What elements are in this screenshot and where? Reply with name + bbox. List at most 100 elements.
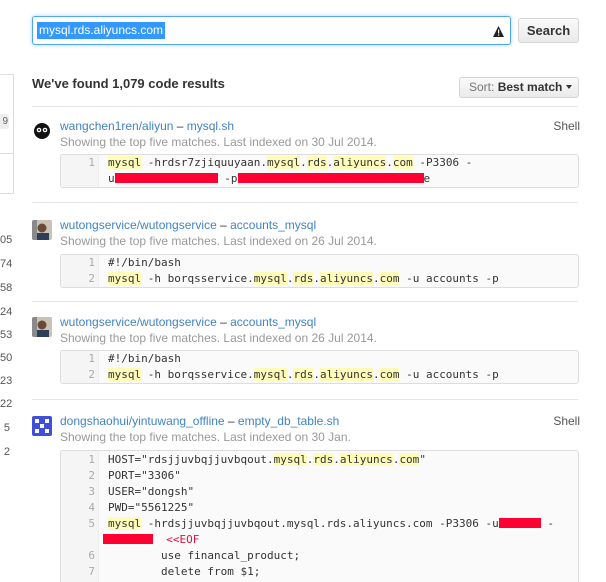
code-segment: HOST="rdsjjuvbqjjuvbqout. bbox=[108, 453, 274, 466]
code-match: mysql bbox=[273, 453, 307, 466]
repo-link[interactable]: dongshaohui/yintuwang_offline bbox=[60, 414, 225, 428]
redaction-mark bbox=[103, 534, 153, 544]
code-match: rds bbox=[293, 272, 314, 285]
code-segment: u bbox=[108, 172, 115, 185]
code-match: aliyuncs bbox=[339, 453, 393, 466]
code-line: 2 mysql -h borqsservice.mysql.rds.aliyun… bbox=[61, 271, 578, 287]
code-text: u -p e bbox=[108, 171, 430, 187]
search-input[interactable]: mysql.rds.aliyuncs.com bbox=[37, 22, 166, 39]
code-segment: . bbox=[372, 272, 380, 285]
sidebar-divider bbox=[0, 153, 14, 154]
code-segment: -u accounts -p bbox=[399, 368, 499, 381]
code-segment: -h borqsservice. bbox=[141, 368, 254, 381]
avatar bbox=[32, 317, 52, 337]
file-link[interactable]: empty_db_table.sh bbox=[238, 414, 339, 428]
sidebar-count: 50 bbox=[0, 352, 13, 364]
result-meta: Showing the top five matches. Last index… bbox=[60, 430, 351, 444]
divider bbox=[32, 202, 578, 203]
code-match: com bbox=[379, 368, 400, 381]
line-number: 6 bbox=[88, 549, 95, 562]
code-segment: - bbox=[540, 517, 554, 530]
code-result: wutongservice/wutongservice – accounts_m… bbox=[32, 315, 580, 387]
code-segment: -hrdsjjuvbqjjuvbqout.mysql.rds.aliyuncs.… bbox=[141, 517, 499, 530]
code-match: aliyuncs bbox=[319, 368, 373, 381]
code-segment: -u accounts -p bbox=[399, 272, 499, 285]
repo-link[interactable]: wutongservice/wutongservice bbox=[60, 315, 217, 329]
code-line: 6 use financal_product; bbox=[61, 548, 578, 564]
code-segment: " bbox=[419, 453, 426, 466]
result-meta: Showing the top five matches. Last index… bbox=[60, 135, 377, 149]
code-match: mysql bbox=[108, 368, 142, 381]
avatar bbox=[32, 220, 52, 240]
code-segment: . bbox=[300, 156, 307, 169]
file-link[interactable]: accounts_mysql bbox=[230, 218, 316, 232]
language-label: Shell bbox=[553, 414, 580, 428]
line-number: 5 bbox=[88, 517, 95, 530]
code-text: PWD="5561225" bbox=[108, 501, 195, 514]
title-separator: – bbox=[216, 315, 231, 329]
code-match: aliyuncs bbox=[333, 156, 387, 169]
divider bbox=[32, 106, 578, 107]
divider bbox=[32, 301, 578, 302]
result-title: dongshaohui/yintuwang_offline – empty_db… bbox=[60, 414, 339, 428]
code-segment: . bbox=[333, 453, 340, 466]
code-match: rds bbox=[293, 368, 314, 381]
code-text: PORT="3306" bbox=[108, 469, 181, 482]
result-meta: Showing the top five matches. Last index… bbox=[60, 331, 377, 345]
code-match: mysql bbox=[108, 272, 142, 285]
code-match: rds bbox=[313, 453, 334, 466]
code-segment: . bbox=[313, 272, 320, 285]
divider bbox=[32, 399, 578, 400]
line-number: 1 bbox=[88, 352, 95, 365]
repo-link[interactable]: wutongservice/wutongservice bbox=[60, 218, 217, 232]
sidebar-count: 5 bbox=[3, 422, 10, 434]
sidebar-count: 24 bbox=[0, 306, 13, 318]
redaction-mark bbox=[498, 518, 541, 528]
warning-icon bbox=[493, 26, 504, 37]
sidebar-count: 58 bbox=[0, 282, 13, 294]
search-field[interactable]: mysql.rds.aliyuncs.com bbox=[32, 16, 511, 45]
code-line: 1 #!/bin/bash bbox=[61, 255, 578, 271]
code-text: delete from $1; bbox=[161, 565, 261, 578]
redaction-mark bbox=[114, 173, 218, 183]
language-label: Shell bbox=[553, 119, 580, 133]
code-segment: -h borqsservice. bbox=[141, 272, 254, 285]
code-text: HOST="rdsjjuvbqjjuvbqout.mysql.rds.aliyu… bbox=[108, 452, 426, 468]
code-line: 1 HOST="rdsjjuvbqjjuvbqout.mysql.rds.ali… bbox=[61, 452, 578, 468]
file-link[interactable]: mysql.sh bbox=[187, 119, 234, 133]
code-text: <<EOF bbox=[103, 532, 199, 548]
sort-dropdown[interactable]: Sort: Best match bbox=[459, 77, 579, 98]
code-segment: <<EOF bbox=[166, 533, 200, 546]
code-segment: e bbox=[423, 172, 431, 185]
code-snippet: 1 mysql -hrdsr7zjiquuyaan.mysql.rds.aliy… bbox=[60, 154, 579, 188]
line-number: 1 bbox=[88, 256, 95, 269]
code-text: USER="dongsh" bbox=[108, 485, 195, 498]
code-segment: . bbox=[313, 368, 320, 381]
line-number: 2 bbox=[88, 368, 95, 381]
code-line: 7 delete from $1; bbox=[61, 564, 578, 580]
repo-link[interactable]: wangchen1ren/aliyun bbox=[60, 119, 173, 133]
code-match: mysql bbox=[253, 368, 287, 381]
code-line: 4 PWD="5561225" bbox=[61, 500, 578, 516]
code-line: <<EOF bbox=[61, 532, 578, 548]
line-number: 4 bbox=[88, 501, 95, 514]
code-text: #!/bin/bash bbox=[108, 352, 181, 365]
code-match: mysql bbox=[266, 156, 301, 169]
title-separator: – bbox=[216, 218, 231, 232]
code-segment: . bbox=[372, 368, 380, 381]
code-snippet: 1 #!/bin/bash 2 mysql -h borqsservice.my… bbox=[60, 350, 579, 384]
result-title: wangchen1ren/aliyun – mysql.sh bbox=[60, 119, 234, 133]
code-segment: -p bbox=[217, 172, 238, 185]
code-result: wutongservice/wutongservice – accounts_m… bbox=[32, 218, 580, 290]
file-link[interactable]: accounts_mysql bbox=[230, 315, 316, 329]
code-segment: -P3306 - bbox=[412, 156, 473, 169]
title-separator: – bbox=[173, 119, 187, 133]
code-result: dongshaohui/yintuwang_offline – empty_db… bbox=[32, 414, 580, 582]
code-line: u -p e bbox=[61, 171, 578, 187]
code-line: 5 mysql -hrdsjjuvbqjjuvbqout.mysql.rds.a… bbox=[61, 516, 578, 532]
title-separator: – bbox=[224, 414, 238, 428]
search-button[interactable]: Search bbox=[518, 18, 579, 43]
line-number: 1 bbox=[88, 156, 95, 169]
line-number: 2 bbox=[88, 469, 95, 482]
sidebar-count: 9 bbox=[0, 114, 9, 129]
